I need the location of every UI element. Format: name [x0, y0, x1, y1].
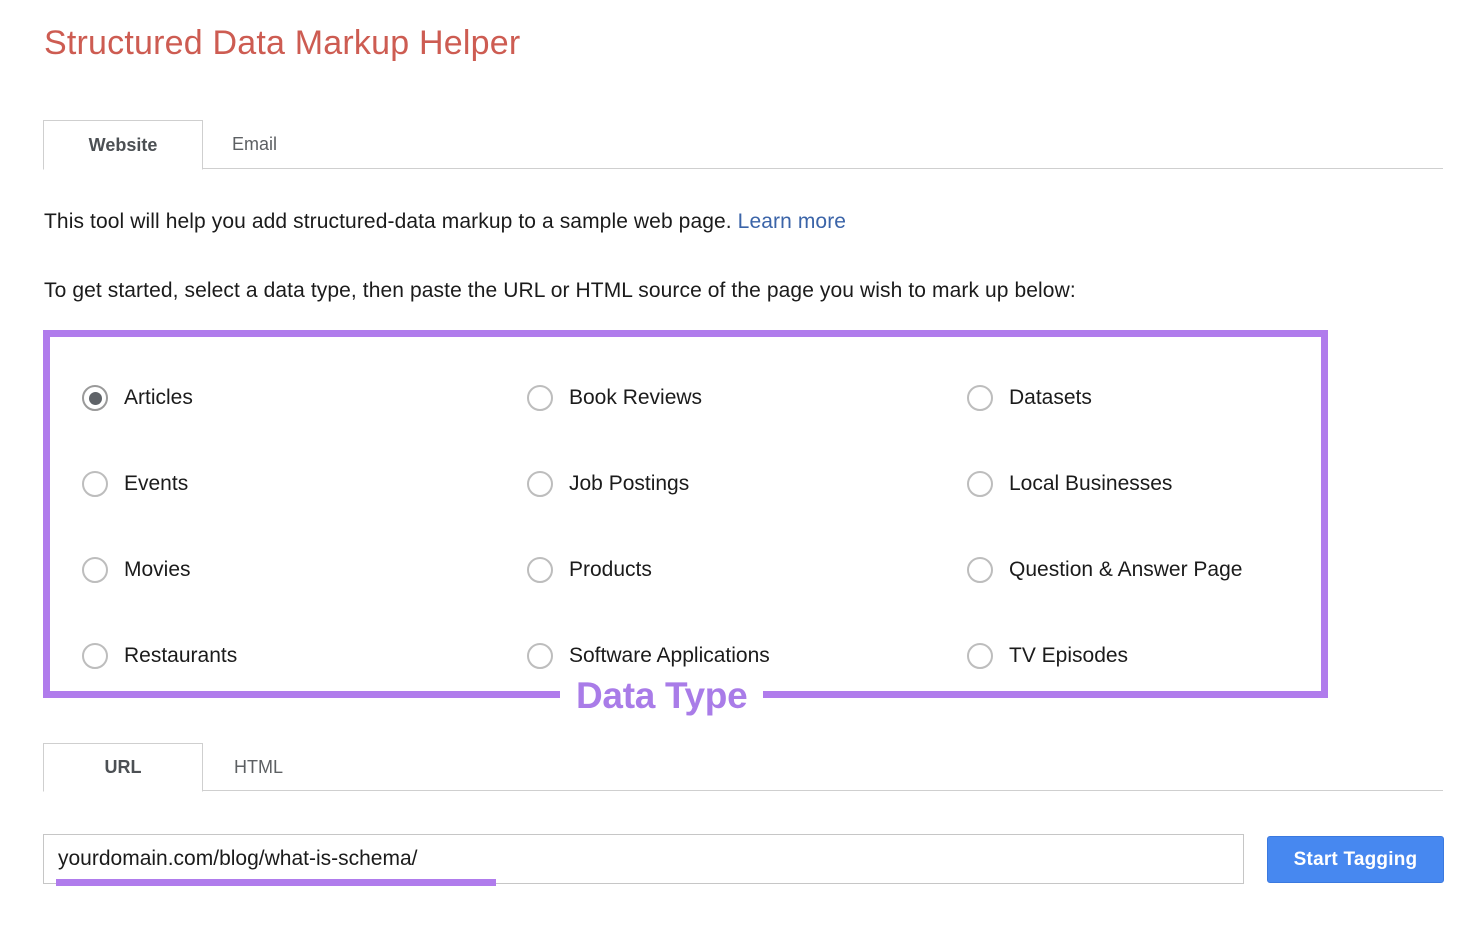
radio-option-label: Movies	[124, 558, 191, 582]
radio-unselected-icon	[967, 557, 993, 583]
radio-option-label: Book Reviews	[569, 386, 702, 410]
radio-option-label: TV Episodes	[1009, 644, 1128, 668]
source-tab-list: URL HTML	[43, 743, 1443, 791]
radio-option-label: Local Businesses	[1009, 472, 1172, 496]
radio-option-label: Products	[569, 558, 652, 582]
radio-option-label: Articles	[124, 386, 193, 410]
learn-more-link[interactable]: Learn more	[738, 210, 846, 233]
radio-unselected-icon	[82, 557, 108, 583]
data-type-radio-group: Articles Book Reviews Datasets Events Jo…	[50, 337, 1321, 691]
radio-option-tv-episodes[interactable]: TV Episodes	[967, 613, 1321, 699]
radio-unselected-icon	[967, 385, 993, 411]
radio-unselected-icon	[527, 385, 553, 411]
data-type-annotation-box: Articles Book Reviews Datasets Events Jo…	[43, 330, 1328, 698]
intro-line-1-text: This tool will help you add structured-d…	[44, 210, 738, 233]
radio-option-question-answer-page[interactable]: Question & Answer Page	[967, 527, 1321, 613]
radio-option-datasets[interactable]: Datasets	[967, 355, 1321, 441]
tab-email-label: Email	[232, 134, 277, 155]
radio-unselected-icon	[527, 643, 553, 669]
radio-unselected-icon	[82, 643, 108, 669]
radio-option-label: Datasets	[1009, 386, 1092, 410]
radio-unselected-icon	[967, 471, 993, 497]
url-annotation-underline	[56, 879, 496, 886]
radio-option-book-reviews[interactable]: Book Reviews	[527, 355, 967, 441]
source-tabstrip: URL HTML	[43, 743, 1443, 791]
tab-html[interactable]: HTML	[203, 743, 314, 791]
radio-option-label: Question & Answer Page	[1009, 558, 1242, 582]
radio-option-articles[interactable]: Articles	[82, 355, 527, 441]
tab-html-label: HTML	[234, 757, 283, 778]
radio-option-label: Restaurants	[124, 644, 237, 668]
radio-unselected-icon	[82, 471, 108, 497]
top-tab-list: Website Email	[43, 120, 1443, 169]
tab-website[interactable]: Website	[43, 120, 203, 170]
radio-option-label: Events	[124, 472, 188, 496]
radio-unselected-icon	[967, 643, 993, 669]
top-tabstrip: Website Email	[43, 120, 1443, 169]
radio-option-movies[interactable]: Movies	[82, 527, 527, 613]
radio-unselected-icon	[527, 471, 553, 497]
tab-website-label: Website	[89, 135, 158, 156]
radio-option-products[interactable]: Products	[527, 527, 967, 613]
radio-unselected-icon	[527, 557, 553, 583]
radio-option-label: Software Applications	[569, 644, 770, 668]
start-tagging-button[interactable]: Start Tagging	[1267, 836, 1444, 883]
intro-line-2: To get started, select a data type, then…	[44, 279, 1076, 303]
tab-url[interactable]: URL	[43, 743, 203, 792]
radio-option-restaurants[interactable]: Restaurants	[82, 613, 527, 699]
radio-option-job-postings[interactable]: Job Postings	[527, 441, 967, 527]
url-form-row: Start Tagging	[43, 834, 1443, 884]
structured-data-markup-helper-page: Structured Data Markup Helper Website Em…	[0, 0, 1467, 930]
data-type-annotation-label: Data Type	[560, 672, 763, 720]
radio-option-local-businesses[interactable]: Local Businesses	[967, 441, 1321, 527]
radio-option-events[interactable]: Events	[82, 441, 527, 527]
radio-option-label: Job Postings	[569, 472, 689, 496]
tab-email[interactable]: Email	[203, 120, 306, 169]
page-title: Structured Data Markup Helper	[44, 24, 520, 63]
radio-selected-icon	[82, 385, 108, 411]
tab-url-label: URL	[105, 757, 142, 778]
url-input[interactable]	[43, 834, 1244, 884]
intro-line-1: This tool will help you add structured-d…	[44, 210, 846, 234]
